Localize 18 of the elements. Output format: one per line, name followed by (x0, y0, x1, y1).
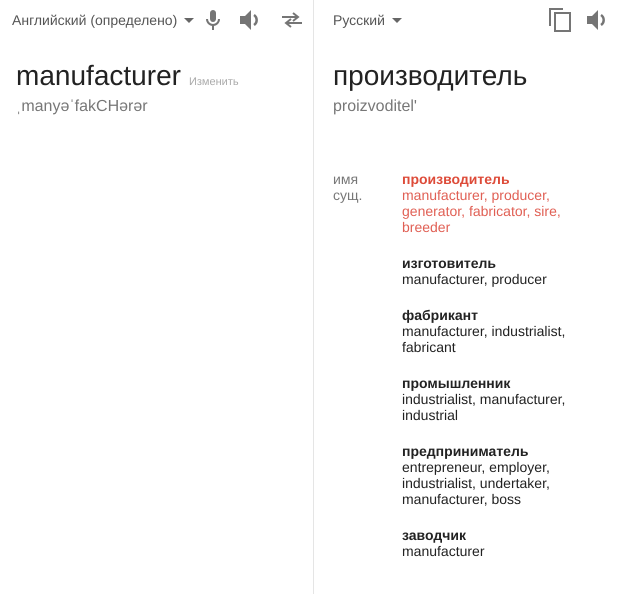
translated-word: производитель (333, 60, 528, 92)
language-dropdown[interactable]: Русский (333, 12, 402, 28)
dictionary-entry[interactable]: фабрикант manufacturer, industrialist, fabricant (402, 307, 574, 355)
part-of-speech: имя сущ. (333, 171, 364, 205)
transcription: ˌmanyəˈfakCHərər (15, 98, 149, 116)
language-dropdown[interactable]: Английский (определено) (12, 12, 194, 28)
dictionary-entry[interactable]: заводчик manufacturer (402, 527, 574, 559)
copy-icon[interactable] (549, 8, 571, 32)
source-word: manufacturer (16, 60, 181, 92)
dictionary-entry[interactable]: изготовитель manufacturer, producer (402, 255, 574, 287)
dictionary-entry[interactable]: промышленник industrialist, manufacturer, industrial (402, 375, 574, 423)
caret-icon (392, 18, 402, 22)
dictionary-entry[interactable]: производитель manufacturer, producer, generator, fabricator, sire, breeder (402, 171, 574, 235)
caret-icon (184, 18, 194, 22)
dictionary-entry[interactable]: предприниматель entrepreneur, employer, industrialist, undertaker, manufacturer, boss (402, 443, 574, 507)
swap-icon[interactable] (282, 12, 302, 28)
transliteration: proizvoditel' (333, 98, 418, 116)
microphone-icon[interactable] (206, 10, 220, 30)
